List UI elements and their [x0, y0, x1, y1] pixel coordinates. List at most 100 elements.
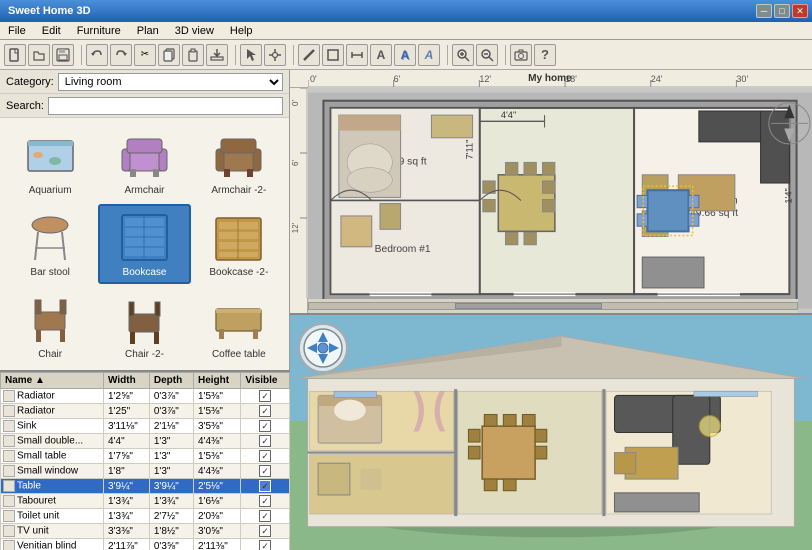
nav-control[interactable] — [298, 323, 348, 373]
visibility-checkbox[interactable] — [259, 480, 271, 492]
col-height[interactable]: Height — [194, 373, 241, 389]
furniture-item-chair[interactable]: Chair — [4, 286, 96, 366]
menu-edit[interactable]: Edit — [38, 24, 65, 38]
redo-button[interactable] — [110, 44, 132, 66]
zoom-out-button[interactable] — [476, 44, 498, 66]
visibility-checkbox[interactable] — [259, 390, 271, 402]
select-tool-button[interactable] — [240, 44, 262, 66]
visibility-checkbox[interactable] — [259, 405, 271, 417]
maximize-button[interactable]: □ — [774, 4, 790, 18]
cell-visible[interactable] — [241, 509, 290, 524]
search-input[interactable] — [48, 97, 283, 115]
col-depth[interactable]: Depth — [149, 373, 193, 389]
pan-tool-button[interactable] — [264, 44, 286, 66]
table-row[interactable]: Tabouret1'3¾"1'3¾"1'6⅛" — [1, 494, 290, 509]
cell-visible[interactable] — [241, 434, 290, 449]
create-text3-button[interactable]: A — [418, 44, 440, 66]
cell-height: 3'0⅝" — [194, 524, 241, 539]
cell-visible[interactable] — [241, 449, 290, 464]
paste-button[interactable] — [182, 44, 204, 66]
save-button[interactable] — [52, 44, 74, 66]
create-text2-button[interactable]: A — [394, 44, 416, 66]
category-select[interactable]: Living room Bedroom Kitchen Bathroom Off… — [58, 73, 283, 91]
undo-button[interactable] — [86, 44, 108, 66]
properties-scroll[interactable]: Name ▲ Width Depth Height Visible Radiat… — [0, 372, 290, 550]
properties-panel: Name ▲ Width Depth Height Visible Radiat… — [0, 370, 290, 550]
cell-visible[interactable] — [241, 539, 290, 550]
furniture-item-bookcase[interactable]: Bookcase — [98, 204, 190, 284]
furniture-item-bookcase-2[interactable]: Bookcase -2- — [193, 204, 285, 284]
close-button[interactable]: ✕ — [792, 4, 808, 18]
menu-file[interactable]: File — [4, 24, 30, 38]
menu-3dview[interactable]: 3D view — [171, 24, 218, 38]
cell-visible[interactable] — [241, 419, 290, 434]
visibility-checkbox[interactable] — [259, 540, 271, 550]
cell-visible[interactable] — [241, 389, 290, 404]
cell-visible[interactable] — [241, 464, 290, 479]
hscrollbar[interactable] — [308, 299, 798, 313]
minimize-button[interactable]: ─ — [756, 4, 772, 18]
chair-2-label: Chair -2- — [125, 349, 164, 360]
table-row[interactable]: Toilet unit1'3¾"2'7½"2'0⅜" — [1, 509, 290, 524]
cell-width: 4'4" — [104, 434, 150, 449]
cell-visible[interactable] — [241, 479, 290, 494]
visibility-checkbox[interactable] — [259, 420, 271, 432]
table-row[interactable]: Venitian blind2'11⅞"0'3⅝"2'11⅜" — [1, 539, 290, 550]
table-row[interactable]: Sink3'11⅛"2'1⅛"3'5⅜" — [1, 419, 290, 434]
table-body: Radiator1'2⅝"0'3⅞"1'5⅜"Radiator1'25"0'3⅞… — [1, 389, 290, 550]
help-button[interactable]: ? — [534, 44, 556, 66]
cell-height: 2'5⅛" — [194, 479, 241, 494]
zoom-in-button[interactable] — [452, 44, 474, 66]
cell-visible[interactable] — [241, 524, 290, 539]
cell-height: 2'11⅜" — [194, 539, 241, 550]
import-button[interactable] — [206, 44, 228, 66]
visibility-checkbox[interactable] — [259, 510, 271, 522]
create-room-button[interactable] — [322, 44, 344, 66]
toolbar-sep-1 — [78, 45, 82, 65]
floorplan-area[interactable]: 0' 6' 12' 18' 24' 30' My home — [290, 70, 812, 315]
cell-visible[interactable] — [241, 494, 290, 509]
table-row[interactable]: Small window1'8"1'3"4'4⅜" — [1, 464, 290, 479]
visibility-checkbox[interactable] — [259, 495, 271, 507]
visibility-checkbox[interactable] — [259, 465, 271, 477]
create-text-button[interactable]: A — [370, 44, 392, 66]
visibility-checkbox[interactable] — [259, 450, 271, 462]
bar-stool-label: Bar stool — [30, 267, 69, 278]
view3d-area[interactable] — [290, 315, 812, 550]
table-row[interactable]: Radiator1'2⅝"0'3⅞"1'5⅜" — [1, 389, 290, 404]
cell-visible[interactable] — [241, 404, 290, 419]
menu-help[interactable]: Help — [226, 24, 257, 38]
furniture-item-chair-2[interactable]: Chair -2- — [98, 286, 190, 366]
cell-depth: 0'3⅝" — [149, 539, 193, 550]
furniture-item-coffee-table[interactable]: Coffee table — [193, 286, 285, 366]
create-dimension-button[interactable] — [346, 44, 368, 66]
copy-button[interactable] — [158, 44, 180, 66]
create-wall-button[interactable] — [298, 44, 320, 66]
new-button[interactable] — [4, 44, 26, 66]
aquarium-label: Aquarium — [29, 185, 72, 196]
col-width[interactable]: Width — [104, 373, 150, 389]
table-row[interactable]: Small double...4'4"1'3"4'4⅜" — [1, 434, 290, 449]
furniture-item-bar-stool[interactable]: Bar stool — [4, 204, 96, 284]
open-button[interactable] — [28, 44, 50, 66]
col-visible[interactable]: Visible — [241, 373, 290, 389]
category-label: Category: — [6, 76, 54, 88]
visibility-checkbox[interactable] — [259, 435, 271, 447]
furniture-item-aquarium[interactable]: Aquarium — [4, 122, 96, 202]
furniture-item-armchair-2[interactable]: Armchair -2- — [193, 122, 285, 202]
table-row[interactable]: Table3'9¼"3'9¼"2'5⅛" — [1, 479, 290, 494]
ruler-left: 0' 6' 12' — [290, 88, 308, 313]
table-row[interactable]: Radiator1'25"0'3⅞"1'5⅜" — [1, 404, 290, 419]
col-name[interactable]: Name ▲ — [1, 373, 104, 389]
furniture-item-armchair[interactable]: Armchair — [98, 122, 190, 202]
table-row[interactable]: TV unit3'3⅜"1'8½"3'0⅝" — [1, 524, 290, 539]
svg-text:My home: My home — [528, 73, 572, 84]
floorplan-svg: 4'4" 7'11" 3'9¼" 1'4" 84.89 sq ft Bedroo… — [308, 88, 812, 313]
plan-content[interactable]: 4'4" 7'11" 3'9¼" 1'4" 84.89 sq ft Bedroo… — [308, 88, 812, 313]
menu-furniture[interactable]: Furniture — [73, 24, 125, 38]
camera-button[interactable] — [510, 44, 532, 66]
table-row[interactable]: Small table1'7⅝"1'3"1'5⅜" — [1, 449, 290, 464]
cut-button[interactable]: ✂ — [134, 44, 156, 66]
visibility-checkbox[interactable] — [259, 525, 271, 537]
menu-plan[interactable]: Plan — [133, 24, 163, 38]
